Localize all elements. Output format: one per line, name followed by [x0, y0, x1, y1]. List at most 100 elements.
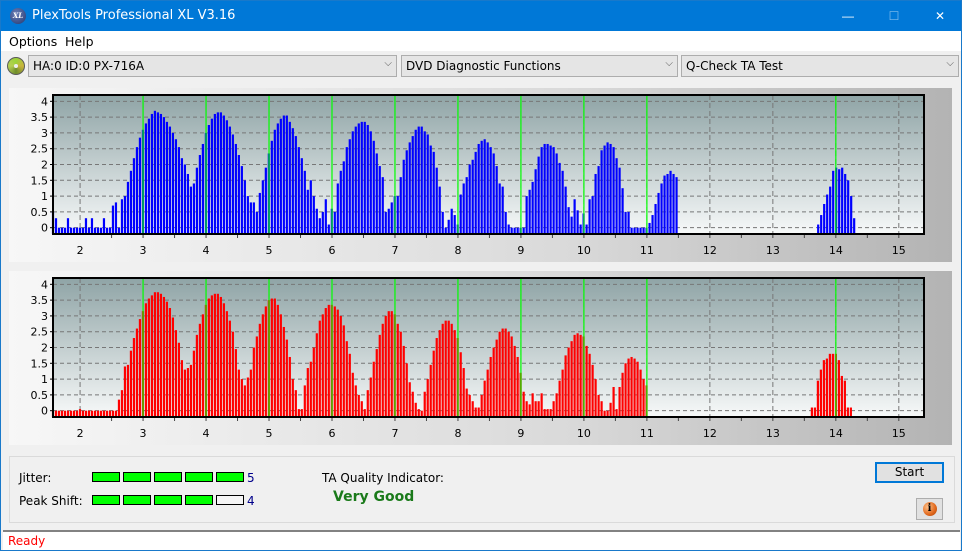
bar — [612, 147, 615, 234]
bar — [399, 177, 402, 234]
peak-shift-meter — [92, 495, 244, 505]
bar — [558, 162, 561, 234]
meter-segment — [123, 495, 151, 505]
bar — [597, 394, 600, 417]
bar — [486, 142, 489, 234]
start-button[interactable]: Start — [875, 462, 944, 483]
bar — [231, 331, 234, 417]
bar — [171, 317, 175, 417]
bar — [369, 131, 372, 234]
bar — [357, 394, 360, 417]
y-tick-label: 2.5 — [31, 326, 49, 339]
x-tick-label: 5 — [266, 427, 273, 440]
bar — [829, 186, 832, 234]
chevron-down-icon: ⌵ — [384, 58, 392, 69]
bar — [465, 177, 468, 234]
bar — [624, 363, 627, 417]
bar — [336, 309, 339, 417]
y-tick-label: 0 — [41, 222, 48, 235]
bar — [282, 326, 285, 417]
close-button[interactable]: ✕ — [917, 1, 962, 31]
bar — [354, 126, 357, 234]
app-window: XL PlexTools Professional XL V3.16 — ☐ ✕… — [0, 0, 962, 551]
bar — [282, 115, 285, 234]
test-select-value: Q-Check TA Test — [686, 59, 783, 73]
bar — [162, 296, 166, 417]
menu-options[interactable]: Options — [9, 34, 57, 49]
drive-select[interactable]: HA:0 ID:0 PX-716A ⌵ — [28, 55, 397, 77]
info-button[interactable]: i — [916, 498, 943, 520]
bar — [123, 196, 127, 234]
bar — [306, 189, 309, 234]
bar — [117, 399, 121, 417]
bar — [390, 311, 393, 417]
menu-help[interactable]: Help — [65, 34, 94, 49]
bar — [219, 112, 222, 234]
bar — [90, 218, 94, 234]
bar — [243, 180, 246, 234]
bar — [165, 121, 169, 234]
bar — [273, 129, 276, 234]
bar — [639, 369, 642, 417]
bar — [54, 218, 58, 234]
bar — [630, 356, 633, 417]
x-tick-label: 6 — [328, 427, 335, 440]
bar — [597, 166, 600, 234]
bar — [303, 385, 306, 417]
bar — [129, 350, 133, 417]
jitter-label: Jitter: — [19, 471, 52, 485]
bar — [372, 361, 375, 417]
bar — [177, 342, 181, 417]
bar — [210, 118, 213, 234]
window-title: PlexTools Professional XL V3.16 — [32, 8, 236, 23]
y-tick-label: 3.5 — [31, 111, 49, 124]
x-tick-label: 8 — [454, 427, 461, 440]
bar — [423, 391, 426, 417]
bar — [387, 208, 390, 234]
bar — [501, 328, 504, 417]
bar — [459, 352, 462, 417]
bar — [246, 377, 249, 417]
bar — [384, 315, 387, 417]
bar — [345, 147, 348, 234]
bar — [483, 380, 486, 417]
bar — [258, 323, 261, 417]
bar — [594, 379, 597, 417]
bar — [171, 132, 175, 234]
bar — [324, 308, 327, 417]
bar — [558, 380, 561, 417]
ta-quality-value: Very Good — [333, 489, 415, 505]
bar — [537, 401, 540, 417]
bar — [528, 404, 531, 417]
bar — [135, 328, 139, 417]
bar — [309, 361, 312, 417]
bar — [195, 334, 198, 417]
minimize-button[interactable]: — — [825, 1, 871, 31]
bar — [270, 298, 273, 417]
bar — [132, 338, 136, 417]
bar — [432, 151, 435, 234]
bar — [507, 224, 510, 234]
bar — [627, 211, 630, 234]
bar — [513, 345, 516, 417]
bar — [264, 167, 267, 234]
bar — [276, 123, 279, 234]
bar — [483, 139, 486, 234]
bar — [192, 183, 195, 234]
bar — [294, 390, 297, 417]
bar — [618, 167, 621, 234]
x-tick-label: 13 — [766, 427, 780, 440]
bar — [828, 353, 831, 417]
bar — [435, 167, 438, 234]
bar — [321, 314, 324, 417]
bar — [222, 303, 225, 417]
bar — [504, 328, 507, 417]
bar — [261, 180, 264, 234]
x-tick-label: 7 — [391, 427, 398, 440]
bar — [820, 215, 823, 234]
function-select[interactable]: DVD Diagnostic Functions ⌵ — [401, 55, 678, 77]
bar — [363, 121, 366, 234]
test-select[interactable]: Q-Check TA Test ⌵ — [681, 55, 959, 77]
maximize-button[interactable]: ☐ — [871, 1, 917, 31]
y-tick-label: 3 — [41, 127, 48, 140]
